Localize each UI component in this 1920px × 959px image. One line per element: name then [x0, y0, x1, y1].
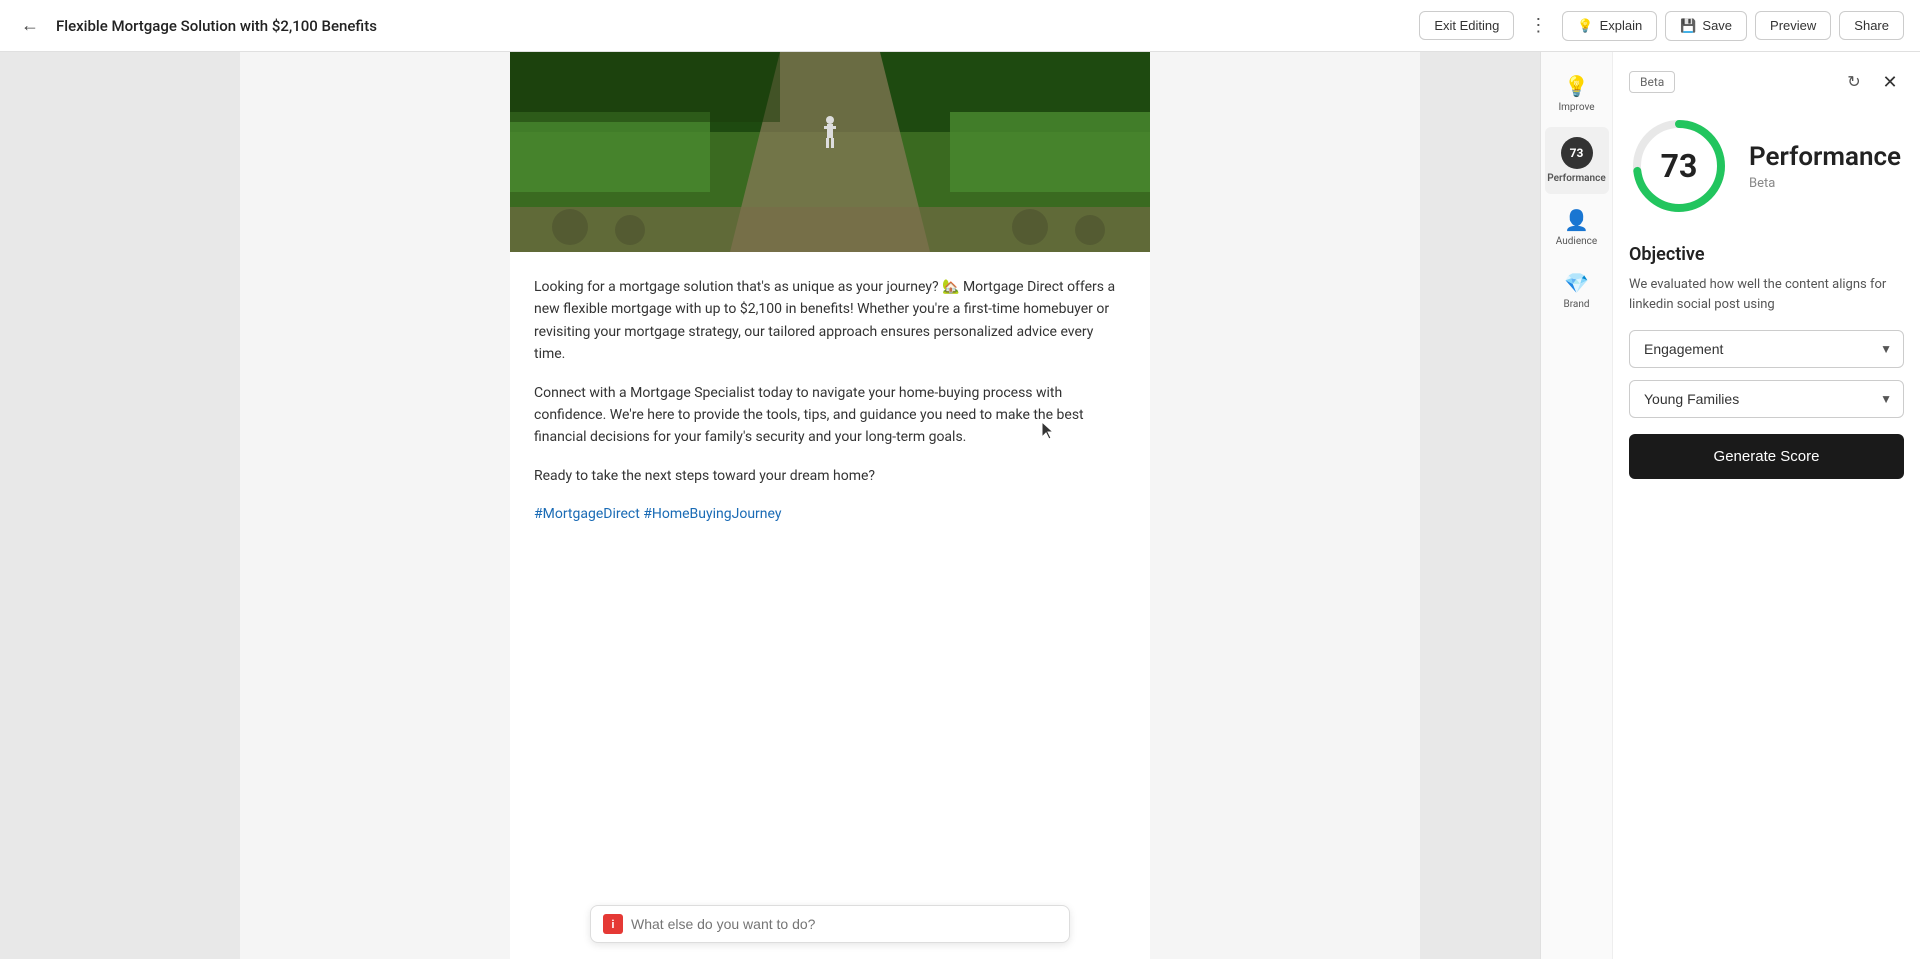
- save-icon: 💾: [1680, 18, 1696, 34]
- left-sidebar: [0, 52, 240, 959]
- nav-item-improve[interactable]: 💡 Improve: [1545, 64, 1609, 123]
- performance-badge: 73: [1561, 137, 1593, 169]
- nav-item-brand[interactable]: 💎 Brand: [1545, 261, 1609, 320]
- nav-item-performance[interactable]: 73 Performance: [1545, 127, 1609, 194]
- post-image: [510, 52, 1150, 252]
- post-text: Looking for a mortgage solution that's a…: [510, 252, 1150, 526]
- improve-icon: 💡: [1564, 74, 1589, 98]
- nav-item-audience[interactable]: 👤 Audience: [1545, 198, 1609, 257]
- exit-editing-button[interactable]: Exit Editing: [1419, 11, 1514, 40]
- nav-label-audience: Audience: [1556, 236, 1597, 247]
- post-image-svg: [510, 52, 1150, 252]
- nav-label-improve: Improve: [1558, 102, 1594, 113]
- score-section: 73 Performance Beta: [1629, 116, 1904, 216]
- back-button[interactable]: ←: [16, 12, 44, 40]
- score-circle: 73: [1629, 116, 1729, 216]
- bulb-icon: 💡: [1577, 18, 1593, 34]
- post-paragraph-2: Connect with a Mortgage Specialist today…: [534, 382, 1126, 449]
- audience-select[interactable]: Young Families First-time Buyers Investo…: [1629, 380, 1904, 418]
- nav-label-performance: Performance: [1547, 173, 1605, 184]
- score-info: Performance Beta: [1749, 142, 1901, 191]
- right-separator: [1420, 52, 1540, 959]
- refresh-button[interactable]: ↻: [1840, 68, 1868, 96]
- content-card: Looking for a mortgage solution that's a…: [510, 52, 1150, 959]
- brand-icon: 💎: [1564, 271, 1589, 295]
- beta-badge: Beta: [1629, 71, 1675, 93]
- save-button[interactable]: 💾 Save: [1665, 11, 1747, 41]
- panel-top: Beta ↻ ✕: [1629, 68, 1904, 96]
- icon-nav: 💡 Improve 73 Performance 👤 Audience 💎 Br…: [1541, 52, 1613, 959]
- post-hashtags: #MortgageDirect #HomeBuyingJourney: [534, 503, 1126, 525]
- topbar: ← Flexible Mortgage Solution with $2,100…: [0, 0, 1920, 52]
- engagement-dropdown-wrap: Engagement Awareness Conversion ▼: [1629, 330, 1904, 368]
- score-number: 73: [1661, 147, 1698, 185]
- chat-bar: i: [574, 889, 1086, 959]
- main-layout: Looking for a mortgage solution that's a…: [0, 52, 1920, 959]
- objective-title: Objective: [1629, 244, 1904, 265]
- score-beta-sub: Beta: [1749, 176, 1775, 191]
- audience-icon: 👤: [1564, 208, 1589, 232]
- generate-score-button[interactable]: Generate Score: [1629, 434, 1904, 479]
- preview-button[interactable]: Preview: [1755, 11, 1831, 40]
- score-label: Performance: [1749, 142, 1901, 172]
- page-title: Flexible Mortgage Solution with $2,100 B…: [56, 17, 1407, 35]
- panel-content: Beta ↻ ✕ 73 Perform: [1613, 52, 1920, 959]
- center-content: Looking for a mortgage solution that's a…: [240, 52, 1420, 959]
- chat-icon: i: [603, 914, 623, 934]
- engagement-select[interactable]: Engagement Awareness Conversion: [1629, 330, 1904, 368]
- more-options-button[interactable]: ⋮: [1522, 10, 1554, 42]
- post-paragraph-1: Looking for a mortgage solution that's a…: [534, 276, 1126, 366]
- chat-input[interactable]: [631, 916, 1057, 932]
- audience-dropdown-wrap: Young Families First-time Buyers Investo…: [1629, 380, 1904, 418]
- close-button[interactable]: ✕: [1876, 68, 1904, 96]
- nav-label-brand: Brand: [1563, 299, 1589, 310]
- objective-text: We evaluated how well the content aligns…: [1629, 275, 1904, 314]
- side-panel: 💡 Improve 73 Performance 👤 Audience 💎 Br…: [1540, 52, 1920, 959]
- share-button[interactable]: Share: [1839, 11, 1904, 40]
- post-paragraph-3: Ready to take the next steps toward your…: [534, 465, 1126, 487]
- chat-input-wrap: i: [590, 905, 1070, 943]
- explain-button[interactable]: 💡 Explain: [1562, 11, 1657, 41]
- topbar-actions: Exit Editing ⋮ 💡 Explain 💾 Save Preview …: [1419, 10, 1904, 42]
